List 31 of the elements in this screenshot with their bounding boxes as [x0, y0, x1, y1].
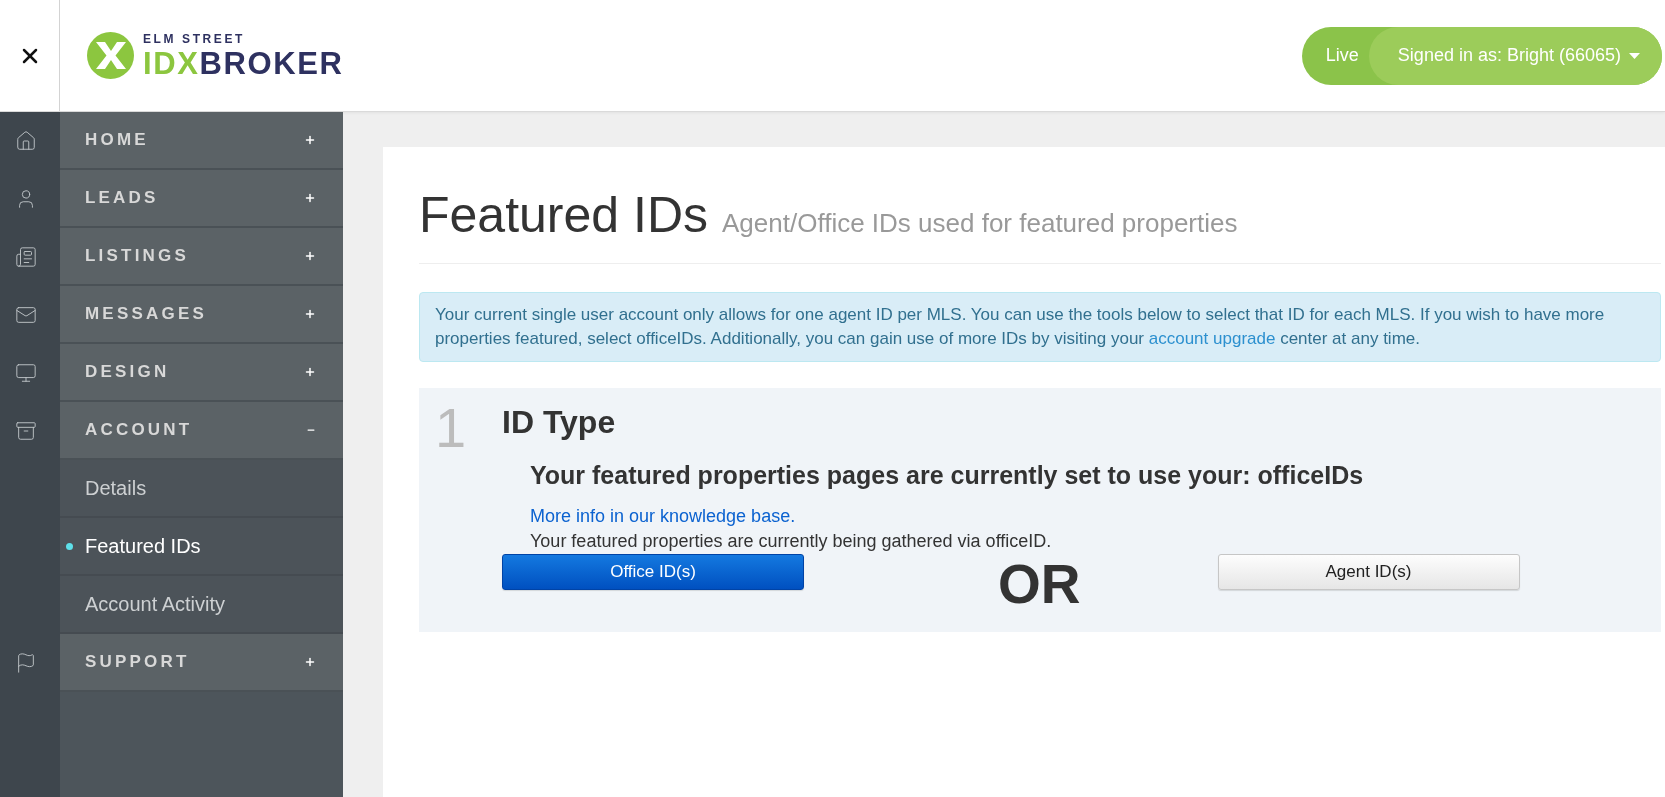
or-separator: OR — [998, 554, 1081, 614]
logo-icon — [87, 32, 134, 79]
nav-menu-item[interactable]: HOME — [60, 112, 343, 170]
knowledge-base-link[interactable]: More info in our knowledge base. — [530, 504, 796, 529]
step-number: 1 — [435, 400, 468, 461]
home-icon[interactable] — [15, 130, 37, 152]
id-type-button[interactable]: Office ID(s) — [502, 554, 804, 590]
archive-icon[interactable] — [15, 420, 37, 442]
mail-icon[interactable] — [15, 304, 37, 326]
page-subtitle: Agent/Office IDs used for featured properties — [722, 208, 1238, 239]
logo-tagline: ELM STREET — [143, 31, 246, 46]
status-heading: Your featured properties pages are currently set to use your: officeIDs — [530, 460, 1365, 490]
nav-menu-item[interactable]: ACCOUNT — [60, 402, 343, 460]
info-message: Your current single user account only allows for one agent ID per MLS. You can use the tools below to select that ID for each MLS. If you wish to have more properties featured, select officeIDs. Additionally, you can gain use of more IDs by visiting your account upgrade center at any time. — [419, 292, 1661, 362]
nav-menu-item[interactable]: LEADS — [60, 170, 343, 228]
nav-menu-item[interactable]: LISTINGS — [60, 228, 343, 286]
caret-icon — [1629, 52, 1640, 59]
logo-wordmark: IDXBROKER — [143, 47, 344, 80]
status-note: Your featured properties are currently being gathered via officeID. — [530, 530, 1052, 553]
active-dot-icon — [66, 542, 73, 550]
account-upgrade-link[interactable]: account upgrade — [1148, 329, 1276, 348]
nav-menu-item[interactable]: SUPPORT — [60, 634, 343, 692]
monitor-icon[interactable] — [15, 362, 37, 384]
nav-menu-item[interactable]: DESIGN — [60, 344, 343, 402]
newspaper-icon[interactable] — [15, 246, 37, 268]
nav-menu-item[interactable]: MESSAGES — [60, 286, 343, 344]
live-status: Live — [1325, 45, 1359, 66]
id-type-button[interactable]: Agent ID(s) — [1217, 554, 1520, 590]
step-title: ID Type — [502, 403, 617, 442]
page-title: Featured IDs — [419, 186, 708, 245]
flag-icon[interactable] — [15, 652, 37, 674]
